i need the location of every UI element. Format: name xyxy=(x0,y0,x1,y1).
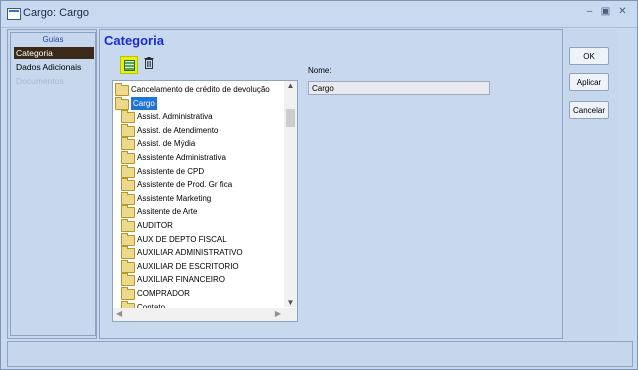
sidebar-item-categoria[interactable]: Categoria xyxy=(14,47,94,59)
sidebar-panel: Guias Categoria Dados Adicionais Documen… xyxy=(7,29,97,339)
tree-item[interactable]: Assistente de Prod. Gr fica xyxy=(121,178,281,192)
tree-item-label: AUXILIAR ADMINISTRATIVO xyxy=(137,248,243,258)
tree-item-label: COMPRADOR xyxy=(137,289,190,298)
tree-item-label: Assist. Administrativa xyxy=(137,112,213,122)
scroll-up-icon[interactable]: ▲ xyxy=(284,81,297,90)
tree-item-label: Assist. de Mýdia xyxy=(137,139,196,149)
window: Cargo: Cargo – ▣ ✕ Guias Categoria Dados… xyxy=(0,0,638,370)
tree-item[interactable]: Cancelamento de crédito de devolução xyxy=(115,83,275,96)
folder-icon xyxy=(115,83,129,96)
tree-item-label: AUXILIAR DE ESCRITORIO xyxy=(137,261,239,271)
scroll-right-icon[interactable]: ▶ xyxy=(275,309,281,318)
minimize-icon[interactable]: – xyxy=(584,7,595,17)
tree-item-label: AUX DE DEPTO FISCAL xyxy=(137,234,227,244)
folder-icon xyxy=(121,191,135,205)
folder-icon xyxy=(121,110,135,124)
nome-field[interactable]: Cargo xyxy=(308,81,490,95)
scroll-thumb[interactable] xyxy=(286,109,295,127)
tree-item[interactable]: Assitente de Arte xyxy=(121,205,281,219)
apply-button[interactable]: Aplicar xyxy=(569,73,609,91)
folder-icon xyxy=(121,164,135,178)
tree-item-label: Assistente Marketing xyxy=(137,193,212,203)
status-bar xyxy=(7,341,633,367)
tree-item[interactable]: Assistente de CPD xyxy=(121,164,281,178)
tree-item[interactable]: AUDITOR xyxy=(121,219,281,232)
window-title: Cargo: Cargo xyxy=(23,7,90,19)
main-panel: Categoria Cancelamento de crédito de dev… xyxy=(99,29,563,339)
folder-icon xyxy=(121,273,135,287)
folder-icon xyxy=(121,246,135,260)
category-tree[interactable]: Cancelamento de crédito de devolução Carg… xyxy=(112,80,298,322)
tree-item[interactable]: AUXILIAR DE ESCRITORIO xyxy=(121,259,281,273)
tree-item-label: Assitente de Arte xyxy=(137,207,198,217)
actions-panel: OK Aplicar Cancelar xyxy=(565,29,617,337)
title-bar: Cargo: Cargo – ▣ ✕ xyxy=(1,1,637,28)
tree-item[interactable]: AUX DE DEPTO FISCAL xyxy=(121,232,281,246)
maximize-icon[interactable]: ▣ xyxy=(600,7,611,17)
folder-icon xyxy=(115,96,129,110)
vertical-scrollbar[interactable]: ▲ ▼ xyxy=(284,81,297,307)
close-icon[interactable]: ✕ xyxy=(617,7,628,17)
folder-icon xyxy=(121,205,135,219)
scroll-left-icon[interactable]: ◀ xyxy=(116,309,122,318)
sidebar-item-documentos: Documentos xyxy=(16,76,64,86)
folder-icon xyxy=(121,123,135,137)
tree-item[interactable]: AUXILIAR ADMINISTRATIVO xyxy=(121,246,281,260)
folder-icon xyxy=(121,137,135,151)
tree-item-label: Cargo xyxy=(131,96,157,110)
tree-item-label: Assistente de Prod. Gr fica xyxy=(137,180,233,190)
scroll-down-icon[interactable]: ▼ xyxy=(284,298,297,307)
tree-item-label: AUDITOR xyxy=(137,221,173,230)
folder-icon xyxy=(121,178,135,192)
tree-item[interactable]: Assistente Administrativa xyxy=(121,151,281,164)
tree-item[interactable]: Cargo xyxy=(115,96,275,110)
tree-item[interactable]: Assist. de Mýdia xyxy=(121,137,281,151)
tree-item[interactable]: AUXILIAR FINANCEIRO xyxy=(121,273,281,287)
tree-item[interactable]: Assistente Marketing xyxy=(121,191,281,205)
nome-label: Nome: xyxy=(308,66,332,75)
tree-item-label: Cancelamento de crédito de devolução xyxy=(131,85,270,94)
tree-item[interactable]: Assist. de Atendimento xyxy=(121,123,281,137)
tree-item-label: Assist. de Atendimento xyxy=(137,125,219,135)
sidebar-item-dados-adicionais[interactable]: Dados Adicionais xyxy=(14,61,94,73)
new-record-icon[interactable] xyxy=(120,56,138,74)
guias-title: Guias xyxy=(42,35,64,44)
folder-icon xyxy=(121,151,135,164)
folder-icon xyxy=(121,219,135,232)
trash-icon[interactable] xyxy=(144,57,154,69)
folder-icon xyxy=(121,232,135,246)
app-icon xyxy=(7,8,21,20)
tree-item[interactable]: COMPRADOR xyxy=(121,287,281,300)
tree-item-label: AUXILIAR FINANCEIRO xyxy=(137,275,226,285)
guias-box: Guias Categoria Dados Adicionais Documen… xyxy=(10,32,96,336)
folder-icon xyxy=(121,259,135,273)
tree-item[interactable]: Assist. Administrativa xyxy=(121,110,281,124)
folder-icon xyxy=(121,287,135,300)
cancel-button[interactable]: Cancelar xyxy=(569,101,609,119)
page-title: Categoria xyxy=(104,33,164,48)
ok-button[interactable]: OK xyxy=(569,47,609,65)
tree-item-label: Assistente Administrativa xyxy=(137,153,226,162)
horizontal-scrollbar[interactable]: ◀ ▶ xyxy=(113,308,297,321)
tree-item-label: Assistente de CPD xyxy=(137,166,205,176)
